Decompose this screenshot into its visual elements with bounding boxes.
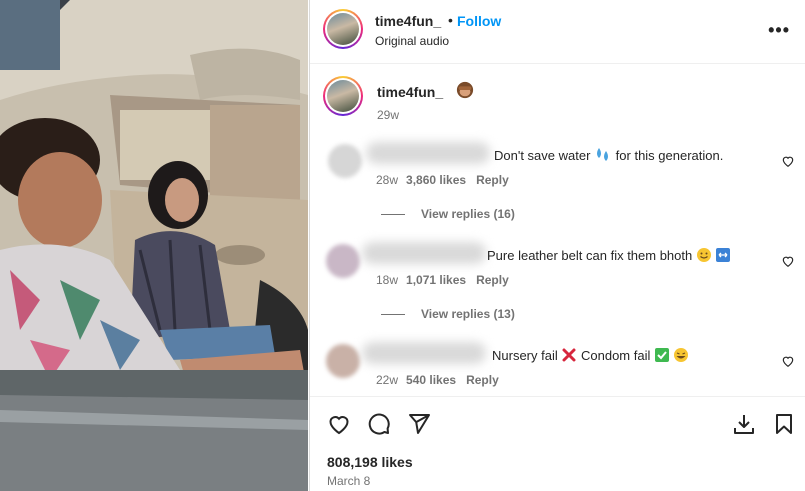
comment-timestamp: 22w <box>376 373 399 387</box>
comment-username-redacted[interactable] <box>362 242 486 264</box>
caption-avatar[interactable] <box>323 76 363 116</box>
comment-heart-icon[interactable] <box>781 154 795 168</box>
send-icon[interactable] <box>407 412 431 436</box>
post-media[interactable] <box>0 0 308 491</box>
comment-heart-icon[interactable] <box>781 254 795 268</box>
bookmark-icon[interactable] <box>772 412 796 436</box>
smiley-and-arrow-icon <box>696 248 730 262</box>
view-replies-button[interactable]: View replies (13) <box>381 307 515 321</box>
comment-timestamp: 18w <box>376 273 399 287</box>
comment-likes[interactable]: 3,860 likes <box>406 173 466 187</box>
post-sidebar: time4fun_ • Follow Original audio ••• ti… <box>309 0 805 491</box>
post-date[interactable]: March 8 <box>327 474 370 488</box>
comment-username-redacted[interactable] <box>362 342 486 364</box>
comment-heart-icon[interactable] <box>781 354 795 368</box>
caption-timestamp: 29w <box>377 108 400 122</box>
comment-timestamp: 28w <box>376 173 399 187</box>
reply-button[interactable]: Reply <box>476 173 509 187</box>
droplets-icon <box>597 148 609 161</box>
comment-meta: 22w 540 likes Reply <box>376 373 499 387</box>
post-likes-count[interactable]: 808,198 likes <box>327 454 413 470</box>
follow-button[interactable]: Follow <box>457 13 501 29</box>
post-header: time4fun_ • Follow Original audio ••• <box>310 0 805 64</box>
comment-icon[interactable] <box>367 412 391 436</box>
post-actions: 808,198 likes March 8 <box>310 396 805 491</box>
more-options-icon[interactable]: ••• <box>768 20 790 41</box>
reply-button[interactable]: Reply <box>476 273 509 287</box>
comment-likes[interactable]: 1,071 likes <box>406 273 466 287</box>
comment-avatar[interactable] <box>328 144 362 178</box>
comment-avatar[interactable] <box>326 244 360 278</box>
comment-text: Pure leather belt can fix them bhoth <box>487 247 732 263</box>
comment-text: Don't save water for this generation. <box>494 148 724 163</box>
comment-meta: 18w 1,071 likes Reply <box>376 273 509 287</box>
author-username[interactable]: time4fun_ <box>375 13 441 29</box>
view-replies-button[interactable]: View replies (16) <box>381 207 515 221</box>
download-icon[interactable] <box>732 412 756 436</box>
audio-label[interactable]: Original audio <box>375 34 449 48</box>
post-video-frame <box>0 0 308 491</box>
caption-username[interactable]: time4fun_ <box>377 84 443 100</box>
check-and-laugh-icon <box>655 348 688 362</box>
see-no-evil-monkey-icon <box>456 81 474 99</box>
cross-mark-icon <box>562 348 576 362</box>
separator-dot: • <box>448 12 453 28</box>
comment-username-redacted[interactable] <box>366 142 490 164</box>
heart-icon[interactable] <box>327 412 351 436</box>
comment-text: Nursery fail Condom fail <box>492 347 690 363</box>
reply-button[interactable]: Reply <box>466 373 499 387</box>
comment-avatar[interactable] <box>326 344 360 378</box>
comment-meta: 28w 3,860 likes Reply <box>376 173 509 187</box>
author-avatar[interactable] <box>323 9 363 49</box>
comment-likes[interactable]: 540 likes <box>406 373 456 387</box>
